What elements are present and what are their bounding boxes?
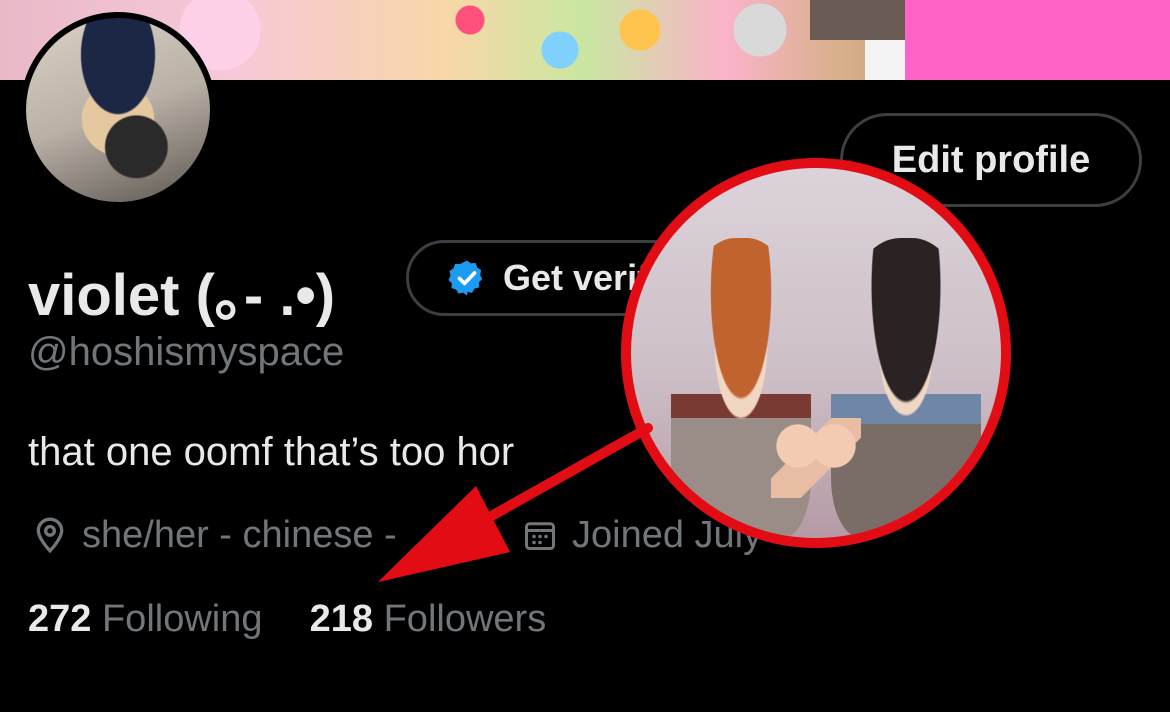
annotation-arrow bbox=[378, 423, 653, 582]
